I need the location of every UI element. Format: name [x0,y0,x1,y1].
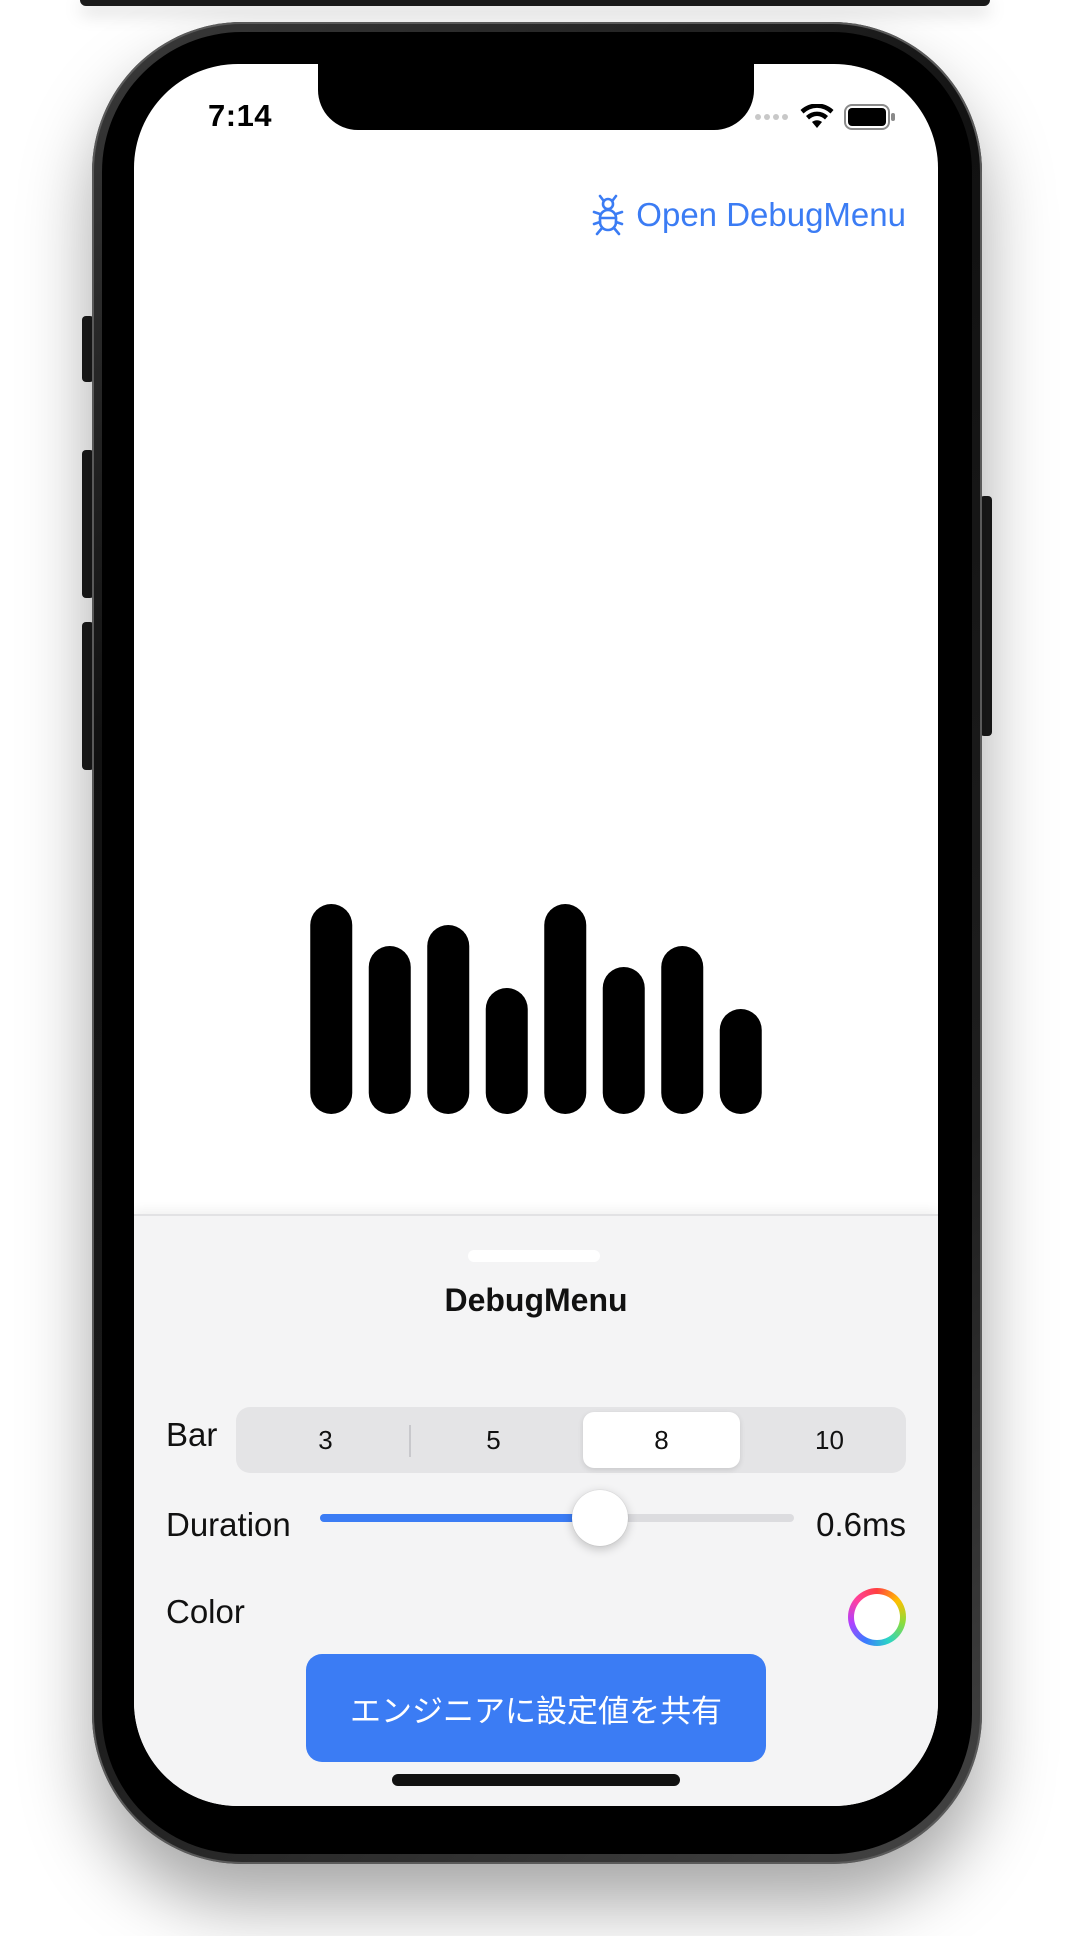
bar-option-3[interactable]: 3 [247,1412,404,1468]
previous-device-edge [80,0,990,6]
visualizer-bar [719,1009,762,1114]
battery-icon [844,104,895,130]
bug-icon [592,194,624,236]
visualizer-bar [485,988,528,1114]
cellular-dots-icon [755,114,788,120]
visualizer-bar [661,946,704,1114]
bar-option-5[interactable]: 5 [415,1412,572,1468]
visualizer-bar [544,904,587,1114]
status-time: 7:14 [208,98,273,133]
visualizer-bar [602,967,645,1114]
bar-label: Bar [166,1416,218,1453]
bar-option-8[interactable]: 8 [583,1412,740,1468]
visualizer-bar [368,946,411,1114]
home-indicator [392,1774,680,1786]
color-label: Color [166,1593,245,1630]
duration-value: 0.6ms [816,1506,906,1543]
status-icons [754,102,896,132]
debug-menu-title: DebugMenu [444,1282,628,1318]
color-wheel-icon[interactable] [848,1588,906,1646]
bar-count-segmented-control[interactable]: 3 5 8 10 [236,1407,906,1473]
open-debug-menu-button[interactable]: Open DebugMenu [592,194,906,236]
screen: 7:14 Open DebugMenu DebugMenu Bar 3 5 8 … [134,64,938,1806]
duration-slider[interactable] [320,1490,794,1546]
bar-option-10[interactable]: 10 [751,1412,908,1468]
duration-slider-thumb[interactable] [571,1490,628,1546]
visualizer-bar [427,925,470,1114]
duration-label: Duration [166,1506,291,1543]
duration-slider-fill [320,1514,600,1522]
notch [318,64,754,130]
sheet-grabber[interactable] [468,1250,600,1262]
segment-divider [409,1425,411,1457]
wifi-icon [800,104,834,128]
audio-bar-visualizer [310,904,762,1114]
open-debug-menu-label: Open DebugMenu [636,196,906,233]
visualizer-bar [310,904,353,1114]
share-settings-button[interactable]: エンジニアに設定値を共有 [306,1654,766,1762]
